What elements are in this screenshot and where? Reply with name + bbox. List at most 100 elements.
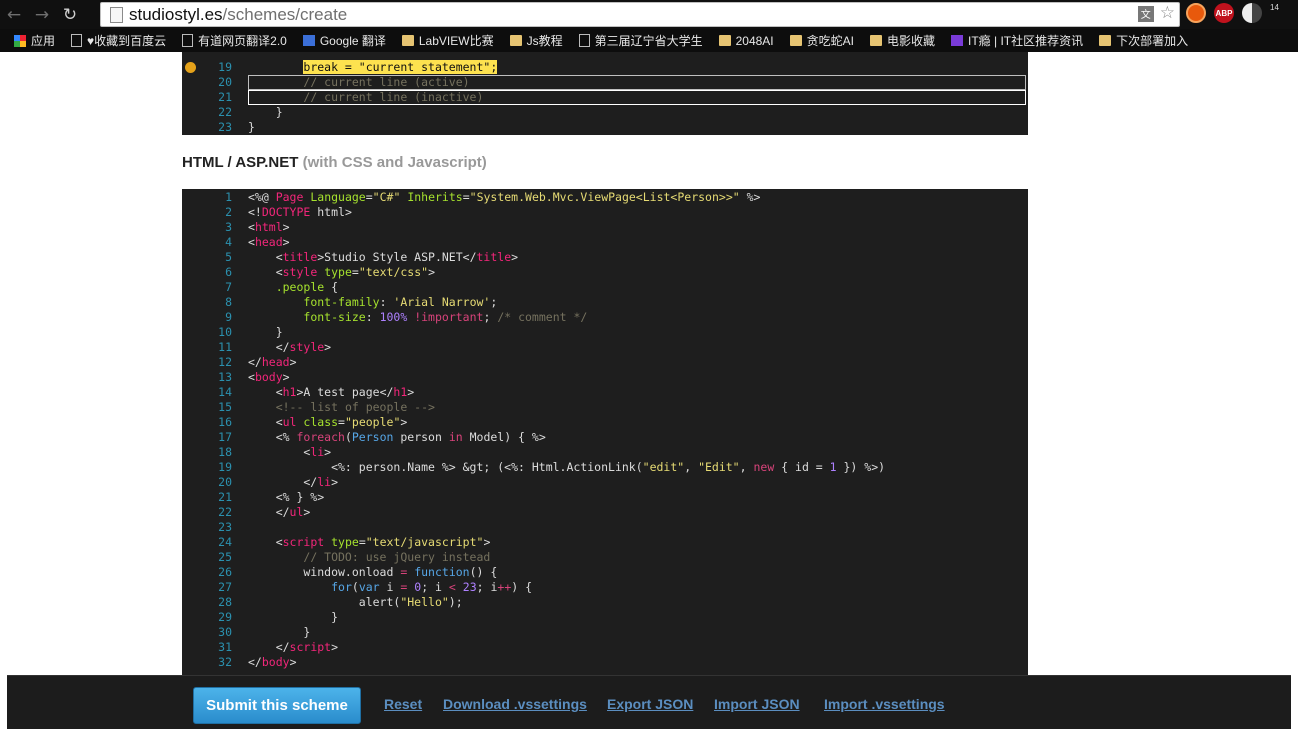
adblock-label: ABP (1215, 8, 1233, 18)
folder-icon (1099, 35, 1112, 46)
export-json-link[interactable]: Export JSON (607, 696, 693, 712)
line-number: 21 (218, 90, 232, 104)
line-number: 6 (225, 265, 232, 279)
forward-arrow-icon[interactable]: → (28, 1, 56, 29)
reset-link[interactable]: Reset (384, 696, 422, 712)
code-token: ul (289, 505, 304, 519)
code-line: 4 <head> (182, 235, 1028, 250)
theme-toggle-icon[interactable] (1242, 3, 1262, 23)
code-text: <!-- list of people --> (248, 400, 435, 415)
line-number: 21 (218, 490, 232, 504)
bookmark-item[interactable]: 贪吃蛇AI (789, 32, 854, 49)
code-token: ; i (421, 580, 449, 594)
import-json-link[interactable]: Import JSON (714, 696, 800, 712)
section-title-sub: (with CSS and Javascript) (302, 154, 487, 171)
code-token: } (248, 325, 283, 339)
reload-icon[interactable]: ↻ (56, 1, 84, 29)
code-text: <% } %> (248, 490, 324, 505)
code-token: "C#" (372, 190, 401, 204)
download-vssettings-link[interactable]: Download .vssettings (443, 696, 587, 712)
folder-icon (401, 35, 414, 46)
code-token: ; (483, 310, 498, 324)
bookmark-item[interactable]: LabVIEW比赛 (401, 32, 494, 49)
bookmark-item[interactable]: Google 翻译 (302, 32, 386, 49)
submit-scheme-button[interactable]: Submit this scheme (193, 687, 361, 724)
code-text: </script> (248, 640, 338, 655)
url-path: /schemes/create (222, 4, 348, 24)
code-token: = (351, 265, 359, 279)
line-number: 27 (218, 580, 232, 594)
bookmark-item[interactable]: 电影收藏 (870, 32, 935, 49)
code-token: { id = (774, 460, 830, 474)
code-text: } (248, 105, 283, 120)
section-title-main: HTML / ASP.NET (182, 154, 299, 171)
code-line: 26 window.onload = function() { (182, 565, 1028, 580)
code-token: <!-- list of people --> (275, 400, 435, 414)
bookmark-label: LabVIEW比赛 (418, 34, 494, 48)
import-vssettings-link[interactable]: Import .vssettings (824, 696, 945, 712)
code-text: <script type="text/javascript"> (248, 535, 491, 550)
extension-icon[interactable] (1186, 3, 1206, 23)
code-token: // TODO: use jQuery instead (303, 550, 491, 564)
code-line: 29 } (182, 610, 1028, 625)
code-token: Person (351, 430, 394, 444)
code-line: 28 alert("Hello"); (182, 595, 1028, 610)
code-line: 19 <%: person.Name %> &gt; (<%: Html.Act… (182, 460, 1028, 475)
bookmark-label: 贪吃蛇AI (806, 34, 854, 48)
bookmark-item[interactable]: ♥收藏到百度云 (71, 32, 166, 49)
bookmark-item[interactable]: 应用 (14, 32, 55, 49)
bookmark-label: 下次部署加入 (1116, 34, 1189, 48)
bookmark-item[interactable]: IT瘾 | IT社区推荐资讯 (951, 32, 1083, 49)
code-token: > (289, 355, 297, 369)
code-token: < (248, 415, 283, 429)
code-token: }) %>) (836, 460, 886, 474)
bookmark-item[interactable]: Js教程 (509, 32, 563, 49)
code-token: ) { (511, 580, 533, 594)
bookmark-item[interactable]: 下次部署加入 (1099, 32, 1188, 49)
translate-icon[interactable]: 文 (1137, 5, 1154, 22)
line-number: 4 (225, 235, 232, 249)
code-token: 100% (379, 310, 408, 324)
code-token: 1 (829, 460, 837, 474)
code-token: <%@ (248, 190, 276, 204)
folder-icon (870, 35, 882, 46)
bookmark-item[interactable]: 第三届辽宁省大学生 (578, 32, 703, 49)
code-token: > (331, 475, 339, 489)
apps-grid-icon (14, 34, 26, 47)
bookmark-item[interactable]: 有道网页翻译2.0 (182, 32, 287, 49)
code-token: < (248, 235, 255, 249)
code-token: </ (248, 475, 318, 489)
line-number: 13 (218, 370, 232, 384)
back-arrow-icon[interactable]: ← (0, 1, 28, 29)
address-bar[interactable]: studiostyl.es/schemes/create 文 ☆ (100, 2, 1180, 27)
code-token: "people" (344, 415, 401, 429)
code-line: 8 font-family: 'Arial Narrow'; (182, 295, 1028, 310)
code-line: 32 </body> (182, 655, 1028, 670)
code-token: </ (248, 355, 262, 369)
badge-icon[interactable]: 14 (1270, 3, 1284, 23)
code-token: 23 (462, 580, 477, 594)
line-number: 10 (218, 325, 232, 339)
code-token: ( (351, 580, 359, 594)
code-line: 23} (182, 120, 1028, 135)
code-token: </ (248, 640, 290, 654)
badge-label: 14 (1270, 3, 1279, 12)
bookmark-star-icon[interactable]: ☆ (1160, 5, 1175, 22)
code-token: >A test page</ (296, 385, 394, 399)
code-line: 13 <body> (182, 370, 1028, 385)
line-number: 24 (218, 535, 232, 549)
code-token: script (282, 535, 325, 549)
line-number: 28 (218, 595, 232, 609)
code-line: 23 (182, 520, 1028, 535)
bookmark-label: 电影收藏 (887, 34, 936, 48)
code-token: ; i (476, 580, 498, 594)
code-token: > (483, 535, 491, 549)
code-token: for (331, 580, 352, 594)
bookmark-item[interactable]: 2048AI (718, 34, 774, 48)
bookmark-label: 第三届辽宁省大学生 (594, 34, 703, 48)
adblock-icon[interactable]: ABP (1214, 3, 1234, 23)
